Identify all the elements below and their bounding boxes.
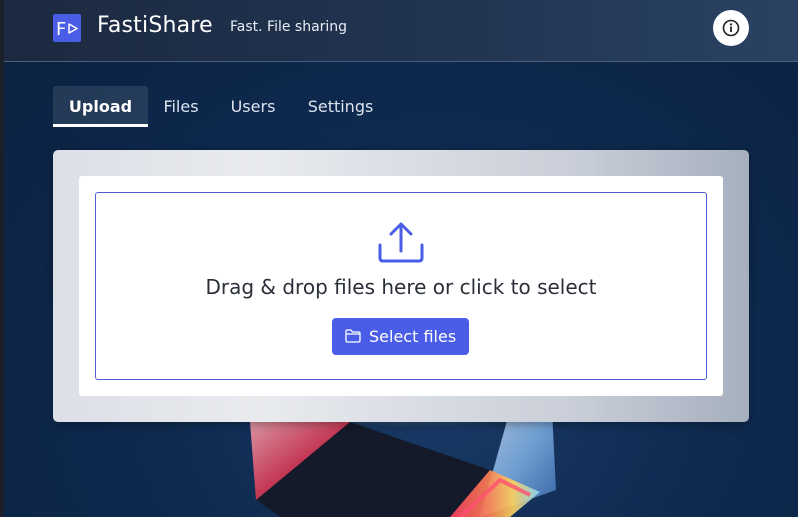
tab-settings[interactable]: Settings xyxy=(303,86,378,127)
tab-upload[interactable]: Upload xyxy=(53,86,148,127)
info-button[interactable] xyxy=(713,10,749,46)
tab-users[interactable]: Users xyxy=(225,86,281,127)
file-dropzone[interactable]: Drag & drop files here or click to selec… xyxy=(95,192,707,380)
app-name: FastiShare xyxy=(97,13,213,38)
svg-text:F: F xyxy=(56,19,66,40)
select-files-button[interactable]: Select files xyxy=(332,318,469,355)
logo-mark: F xyxy=(56,19,78,40)
upload-icon xyxy=(378,222,424,263)
tab-files[interactable]: Files xyxy=(156,86,206,127)
app-logo: F xyxy=(53,14,81,42)
upload-panel: Drag & drop files here or click to selec… xyxy=(53,150,749,422)
upload-card: Drag & drop files here or click to selec… xyxy=(79,176,723,396)
info-circle-icon xyxy=(722,19,740,37)
app-tagline: Fast. File sharing xyxy=(230,19,348,35)
dropzone-instructions: Drag & drop files here or click to selec… xyxy=(205,275,597,299)
app-header: F FastiShare Fast. File sharing xyxy=(4,0,798,62)
select-files-label: Select files xyxy=(369,327,457,346)
folder-icon xyxy=(345,329,361,343)
window-edge xyxy=(0,0,4,517)
